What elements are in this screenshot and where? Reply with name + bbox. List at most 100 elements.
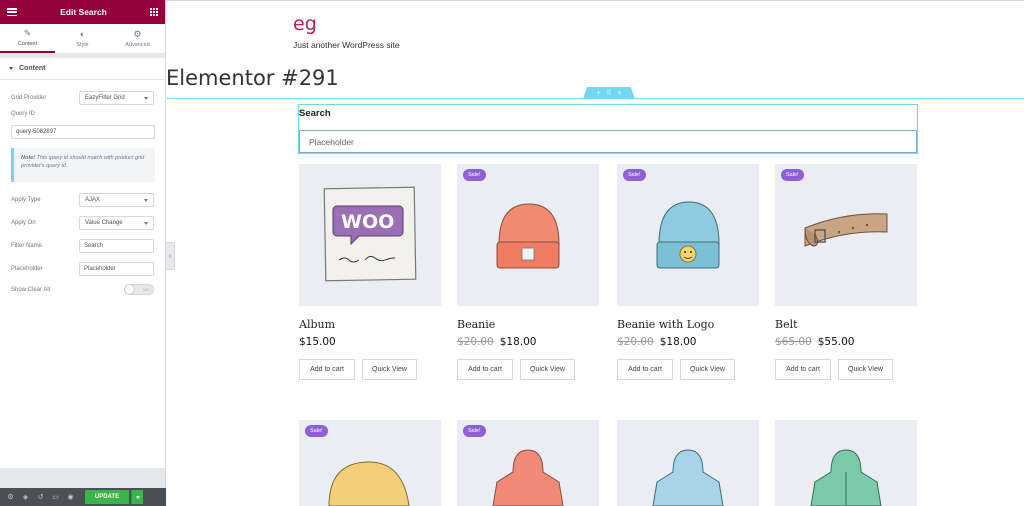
current-price: $18.00 xyxy=(499,336,537,348)
content-section-toggle[interactable]: Content xyxy=(0,58,165,80)
note-text: This query id should match with product … xyxy=(21,155,145,169)
sale-badge: Sale! xyxy=(463,425,486,437)
product-image-album[interactable]: WOO xyxy=(299,164,441,306)
tab-advanced-label: Advanced xyxy=(125,41,150,48)
panel-footer: ⚙ ◈ ↺ ▭ ◉ UPDATE xyxy=(0,488,166,506)
tab-style-label: Style xyxy=(76,41,89,48)
hoodie-logo-illustration xyxy=(652,449,724,506)
panel-header: Edit Search xyxy=(0,0,165,24)
apply-on-select[interactable]: Value Change xyxy=(79,216,154,230)
search-input[interactable]: Placeholder xyxy=(299,130,917,153)
apply-on-label: Apply On xyxy=(11,220,36,226)
filter-name-input[interactable]: Search xyxy=(79,239,154,253)
panel-tabs: ✎ Content ◐ Style ⚙ Advanced xyxy=(0,24,165,54)
page-title: Elementor #291 xyxy=(166,66,339,90)
quick-view-button[interactable]: Quick View xyxy=(680,359,735,380)
update-options-button[interactable] xyxy=(131,490,143,504)
note-bold: Note! xyxy=(21,155,36,161)
apply-on-value: Value Change xyxy=(85,220,123,226)
query-id-label: Query ID xyxy=(11,111,36,117)
query-id-note: Note! This query id should match with pr… xyxy=(11,148,155,182)
product-image-hoodie-with-logo[interactable] xyxy=(617,420,759,506)
album-illustration: WOO xyxy=(323,186,417,282)
woo-logo-text: WOO xyxy=(341,211,394,233)
site-title[interactable]: eg xyxy=(293,13,317,35)
product-price-belt: $65.00 $55.00 xyxy=(775,336,855,348)
settings-icon[interactable]: ⚙ xyxy=(4,491,17,504)
toggle-state: NO xyxy=(143,287,149,292)
half-circle-icon: ◐ xyxy=(79,28,86,39)
current-price: $15.00 xyxy=(299,336,336,348)
update-button[interactable]: UPDATE xyxy=(85,490,129,504)
add-to-cart-button[interactable]: Add to cart xyxy=(617,359,673,380)
apply-type-label: Apply Type xyxy=(11,197,41,203)
tab-content[interactable]: ✎ Content xyxy=(0,24,55,53)
placeholder-label: Placeholder xyxy=(11,266,43,272)
product-image-hoodie-with-zipper[interactable] xyxy=(775,420,917,506)
menu-icon[interactable] xyxy=(7,8,17,16)
editor-panel: Edit Search ✎ Content ◐ Style ⚙ Advanced… xyxy=(0,0,166,506)
product-name-beanie-with-logo[interactable]: Beanie with Logo xyxy=(617,318,714,331)
hoodie-zipper-illustration xyxy=(810,449,882,506)
apply-type-value: AJAX xyxy=(85,197,101,203)
grid-provider-select[interactable]: EazyFilter Grid xyxy=(79,91,154,105)
quick-view-button[interactable]: Quick View xyxy=(838,359,893,380)
pencil-icon: ✎ xyxy=(23,27,32,38)
product-name-belt[interactable]: Belt xyxy=(775,318,798,331)
add-icon[interactable]: + xyxy=(596,90,600,97)
close-icon[interactable]: × xyxy=(618,90,622,97)
product-price-beanie: $20.00 $18.00 xyxy=(457,336,537,348)
filter-name-control: Filter Name Search xyxy=(11,239,154,253)
widgets-grid-icon[interactable] xyxy=(150,8,158,16)
site-tagline: Just another WordPress site xyxy=(293,40,400,50)
quick-view-button[interactable]: Quick View xyxy=(362,359,417,380)
tab-advanced[interactable]: ⚙ Advanced xyxy=(110,24,165,53)
history-icon[interactable]: ↺ xyxy=(34,491,47,504)
product-name-album[interactable]: Album xyxy=(299,318,335,331)
placeholder-input[interactable]: Placeholder xyxy=(79,262,154,276)
beanie-illustration xyxy=(496,203,560,269)
section-handle[interactable]: + ⠿ × xyxy=(583,87,635,99)
belt-illustration xyxy=(804,213,888,247)
old-price: $20.00 xyxy=(617,336,654,348)
chevron-down-icon xyxy=(144,96,148,100)
current-price: $18.00 xyxy=(659,336,697,348)
filter-name-label: Filter Name xyxy=(11,243,43,249)
query-id-input[interactable]: query-5082897 xyxy=(11,125,155,139)
old-price: $20.00 xyxy=(457,336,494,348)
grid-provider-control: Grid Provider EazyFilter Grid xyxy=(11,91,154,105)
navigator-icon[interactable]: ◈ xyxy=(19,491,32,504)
show-clear-all-label: Show Clear All xyxy=(11,286,51,293)
chevron-down-icon xyxy=(144,221,148,225)
apply-type-select[interactable]: AJAX xyxy=(79,193,154,207)
tab-content-label: Content xyxy=(17,40,38,47)
sale-badge: Sale! xyxy=(305,425,328,437)
apply-type-control: Apply Type AJAX xyxy=(11,193,154,207)
show-clear-all-toggle[interactable]: NO xyxy=(124,284,154,295)
beanie-logo-illustration xyxy=(656,201,720,269)
tab-style[interactable]: ◐ Style xyxy=(55,24,110,53)
placeholder-control: Placeholder Placeholder xyxy=(11,262,154,276)
product-image-beanie-with-logo[interactable]: Sale! xyxy=(617,164,759,306)
add-to-cart-button[interactable]: Add to cart xyxy=(457,359,513,380)
product-image-hoodie[interactable]: Sale! xyxy=(457,420,599,506)
product-price-beanie-with-logo: $20.00 $18.00 xyxy=(617,336,697,348)
toggle-knob xyxy=(125,285,134,294)
quick-view-button[interactable]: Quick View xyxy=(520,359,575,380)
sale-badge: Sale! xyxy=(781,169,804,181)
product-price-album: $15.00 xyxy=(299,336,336,348)
grid-provider-label: Grid Provider xyxy=(11,95,47,101)
sale-badge: Sale! xyxy=(623,169,646,181)
responsive-icon[interactable]: ▭ xyxy=(49,491,62,504)
sale-badge: Sale! xyxy=(463,169,486,181)
drag-handle-icon[interactable]: ⠿ xyxy=(606,89,611,97)
add-to-cart-button[interactable]: Add to cart xyxy=(299,359,355,380)
product-image-belt[interactable]: Sale! xyxy=(775,164,917,306)
product-name-beanie[interactable]: Beanie xyxy=(457,318,495,331)
preview-eye-icon[interactable]: ◉ xyxy=(64,491,77,504)
add-to-cart-button[interactable]: Add to cart xyxy=(775,359,831,380)
current-price: $55.00 xyxy=(817,336,855,348)
show-clear-all-control: Show Clear All NO xyxy=(11,284,154,295)
product-image-cap[interactable]: Sale! xyxy=(299,420,441,506)
product-image-beanie[interactable]: Sale! xyxy=(457,164,599,306)
